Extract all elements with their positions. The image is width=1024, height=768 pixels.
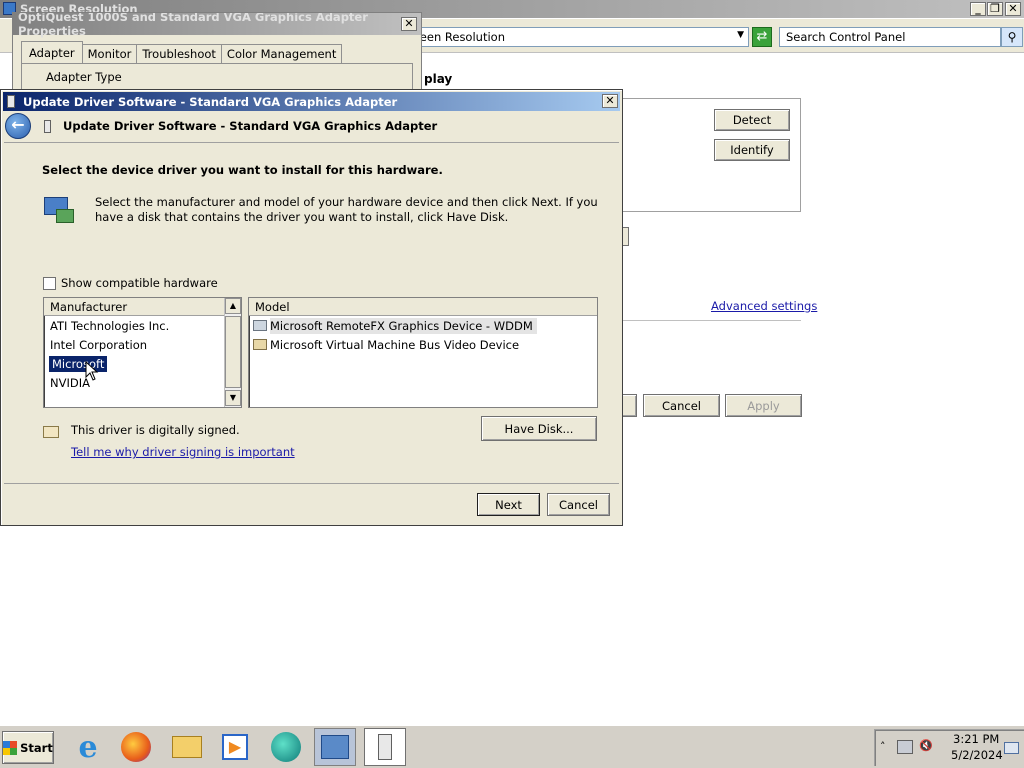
search-icon[interactable]: ⚲ [1001,27,1023,47]
properties-close-button[interactable]: ✕ [401,17,417,31]
nav-separator [4,142,619,143]
dialog-titlebar[interactable]: Update Driver Software - Standard VGA Gr… [3,92,620,111]
model-label-highlighted: Microsoft RemoteFX Graphics Device - WDD… [270,317,537,334]
tab-adapter[interactable]: Adapter [21,41,83,63]
display-heading-fragment: play [424,72,453,86]
device-manager-taskbar-icon[interactable] [364,728,406,766]
manufacturer-header[interactable]: Manufacturer [44,298,226,316]
cancel-button[interactable]: Cancel [547,493,610,516]
footer-separator [4,483,619,484]
dialog-nav-title: Update Driver Software - Standard VGA Gr… [63,119,438,133]
manufacturer-header-label: Manufacturer [50,299,128,314]
apply-button[interactable]: Apply [725,394,802,417]
signed-certificate-icon [43,426,59,438]
have-disk-button[interactable]: Have Disk... [481,416,597,441]
model-list[interactable]: Model Microsoft RemoteFX Graphics Device… [248,297,598,408]
start-button[interactable]: Start [2,731,54,764]
chat-app-icon[interactable] [265,728,307,766]
scroll-thumb[interactable] [225,316,241,388]
search-input[interactable]: Search Control Panel [779,27,1001,47]
tab-troubleshoot-label: Troubleshoot [142,47,216,61]
close-window-button[interactable]: ✕ [1005,2,1021,16]
properties-tab-strip: Adapter Monitor Troubleshoot Color Manag… [21,41,421,63]
dialog-close-button[interactable]: ✕ [602,94,618,108]
back-button[interactable]: ← [5,113,31,139]
list-item[interactable]: Microsoft [44,354,241,373]
background-cancel-button[interactable]: Cancel [643,394,720,417]
start-label: Start [20,740,53,755]
restore-button[interactable]: ❐ [987,2,1003,16]
driver-signing-link[interactable]: Tell me why driver signing is important [71,445,295,459]
hardware-icon [44,195,74,225]
device-icon [7,95,15,108]
list-item[interactable]: Microsoft RemoteFX Graphics Device - WDD… [249,316,597,335]
internet-explorer-icon[interactable]: e [67,728,109,766]
firefox-icon[interactable] [115,728,157,766]
address-text: creen Resolution [409,30,505,44]
device-small-icon [44,120,51,133]
list-item[interactable]: Intel Corporation [44,335,241,354]
minimize-button[interactable]: _ [970,2,986,16]
show-desktop-icon[interactable] [1004,742,1019,754]
tab-monitor[interactable]: Monitor [82,44,138,63]
certified-driver-icon [253,339,267,350]
show-compatible-label[interactable]: Show compatible hardware [61,276,218,290]
tab-monitor-label: Monitor [87,47,132,61]
network-icon[interactable] [897,740,913,754]
detect-button[interactable]: Detect [714,109,790,131]
list-item[interactable]: ATI Technologies Inc. [44,316,241,335]
tab-troubleshoot[interactable]: Troubleshoot [137,44,222,63]
next-button[interactable]: Next [477,493,540,516]
refresh-icon[interactable]: ⇄ [752,27,772,47]
manufacturer-label: Intel Corporation [50,337,148,352]
manufacturer-list[interactable]: Manufacturer ATI Technologies Inc. Intel… [43,297,242,408]
model-header[interactable]: Model [249,298,597,316]
control-panel-taskbar-icon[interactable] [314,728,356,766]
show-compatible-checkbox[interactable] [43,277,56,290]
tab-color-management[interactable]: Color Management [221,44,343,63]
separator-line [612,320,801,321]
list-item[interactable]: NVIDIA [44,373,241,392]
properties-title: OptiQuest 1000S and Standard VGA Graphic… [18,12,368,38]
dialog-title: Update Driver Software - Standard VGA Gr… [23,94,398,109]
media-player-icon[interactable]: ▶ [214,728,256,766]
clock-date[interactable]: 5/2/2024 [951,748,1003,762]
model-header-label: Model [255,299,290,314]
clock-time[interactable]: 3:21 PM [953,732,999,746]
address-bar[interactable]: creen Resolution ▼ [404,27,749,47]
windows-logo-icon [3,740,18,755]
model-label: Microsoft Virtual Machine Bus Video Devi… [270,337,520,352]
manufacturer-label: NVIDIA [50,375,90,390]
dialog-description: Select the manufacturer and model of you… [95,195,598,224]
manufacturer-label: ATI Technologies Inc. [50,318,170,333]
update-driver-dialog: Update Driver Software - Standard VGA Gr… [0,89,623,526]
manufacturer-scrollbar[interactable]: ▲ ▼ [224,298,241,407]
dialog-heading: Select the device driver you want to ins… [42,163,443,177]
mouse-cursor-icon [85,361,99,381]
volume-muted-icon[interactable]: 🔇 [919,739,935,755]
tab-adapter-label: Adapter [29,45,75,60]
tray-expand-icon[interactable]: ˄ [880,740,886,753]
signed-status-text: This driver is digitally signed. [71,423,240,437]
system-tray: ˄ 🔇 3:21 PM 5/2/2024 [874,729,1024,766]
tab-color-management-label: Color Management [226,47,337,61]
adapter-type-label: Adapter Type [46,70,122,84]
identify-button[interactable]: Identify [714,139,790,161]
chevron-down-icon[interactable]: ▼ [737,30,744,40]
file-explorer-icon[interactable] [166,728,208,766]
search-placeholder: Search Control Panel [786,30,906,44]
properties-titlebar[interactable]: OptiQuest 1000S and Standard VGA Graphic… [13,12,421,38]
certified-driver-icon [253,320,267,331]
list-item[interactable]: Microsoft Virtual Machine Bus Video Devi… [249,335,597,354]
advanced-settings-link[interactable]: Advanced settings [711,299,817,313]
scroll-up-arrow[interactable]: ▲ [225,298,241,314]
scroll-down-arrow[interactable]: ▼ [225,390,241,406]
